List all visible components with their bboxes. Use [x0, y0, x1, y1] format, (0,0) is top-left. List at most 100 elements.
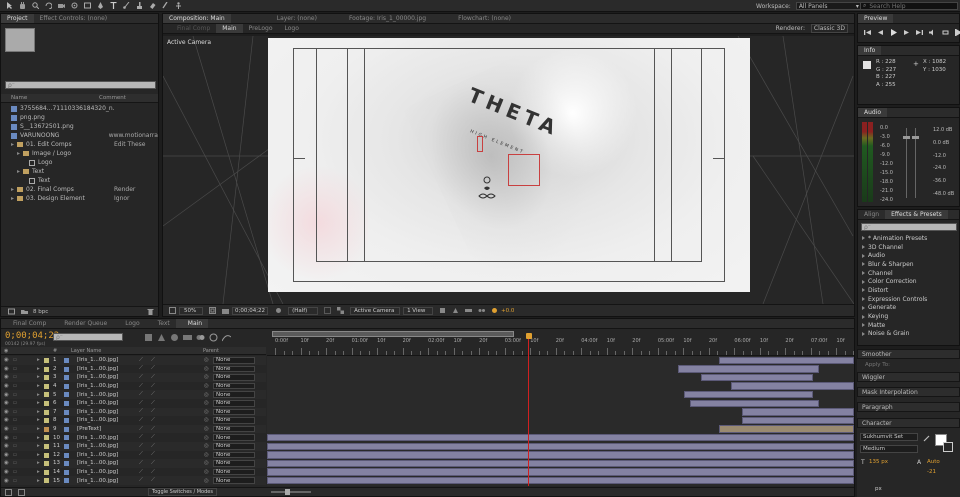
layer-switch-icon[interactable]: ⟋: [151, 417, 155, 424]
audio-toggle-icon[interactable]: ▫: [13, 417, 17, 423]
layer-switch-icon[interactable]: ⟋: [139, 477, 143, 484]
layer-name[interactable]: [Iris_1...00.jpg]: [77, 409, 118, 415]
tab-layer[interactable]: Layer: (none): [271, 14, 323, 23]
layer-duration-bar[interactable]: [742, 408, 854, 416]
layer-name[interactable]: [Iris_1...00.jpg]: [77, 366, 118, 372]
composition-mini-flowchart-icon[interactable]: [144, 333, 152, 341]
hand-tool-icon[interactable]: [19, 2, 26, 9]
parent-pickwhip-icon[interactable]: ◎: [204, 366, 209, 372]
parent-pickwhip-icon[interactable]: ◎: [204, 478, 209, 484]
project-item[interactable]: VARUNOONG www.motionarra: [1, 131, 158, 140]
zoom-slider[interactable]: [271, 491, 311, 493]
table-row[interactable]: ◉ ▫ ▸ 1 [Iris_1...00.jpg] ⟋ ⟋ ◎ None: [1, 356, 266, 365]
bpc-label[interactable]: 8 bpc: [33, 309, 48, 315]
effects-category[interactable]: Audio: [858, 251, 959, 260]
layer-switch-icon[interactable]: ⟋: [151, 460, 155, 467]
views-dropdown[interactable]: 1 View: [403, 306, 434, 315]
parent-pickwhip-icon[interactable]: ◎: [204, 460, 209, 466]
layer-switch-icon[interactable]: ⟋: [151, 451, 155, 458]
project-search-input[interactable]: [6, 81, 146, 89]
layer-duration-bar[interactable]: [683, 390, 813, 399]
expand-arrow-icon[interactable]: ▸: [37, 383, 40, 389]
flowchart-icon[interactable]: [478, 307, 486, 314]
subtab-final-comp[interactable]: Final Comp: [171, 24, 216, 33]
effects-category[interactable]: Noise & Grain: [858, 330, 959, 339]
layer-name[interactable]: [Iris_1...00.jpg]: [77, 392, 118, 398]
stroke-color-swatch[interactable]: [943, 442, 953, 452]
trash-icon[interactable]: [147, 308, 154, 315]
project-item[interactable]: png.png: [1, 113, 158, 122]
parent-pickwhip-icon[interactable]: ◎: [204, 357, 209, 363]
eye-icon[interactable]: ◉: [4, 374, 9, 380]
tab-composition-main[interactable]: Composition: Main: [163, 14, 231, 23]
parent-pickwhip-icon[interactable]: ◎: [204, 443, 209, 449]
label-color-swatch[interactable]: [44, 478, 49, 484]
table-row[interactable]: ◉ ▫ ▸ 3 [Iris_1...00.jpg] ⟋ ⟋ ◎ None: [1, 373, 266, 382]
project-item[interactable]: 3755684...71110336184320_n.png: [1, 104, 158, 113]
timeline-tab[interactable]: Logo: [113, 319, 145, 328]
layer-switch-icon[interactable]: ⟋: [151, 391, 155, 398]
eye-icon[interactable]: ◉: [4, 460, 9, 466]
effects-category[interactable]: Matte: [858, 321, 959, 330]
expand-arrow-icon[interactable]: ▸: [37, 435, 40, 441]
parent-dropdown[interactable]: None: [213, 468, 255, 476]
expand-arrow-icon[interactable]: ▸: [37, 417, 40, 423]
effects-search-input[interactable]: [862, 224, 952, 231]
layer-duration-bar[interactable]: [677, 365, 819, 373]
eye-icon[interactable]: ◉: [4, 435, 9, 441]
label-color-swatch[interactable]: [44, 409, 49, 415]
table-row[interactable]: ◉ ▫ ▸ 11 [Iris_1...00.jpg] ⟋ ⟋ ◎ None: [1, 442, 266, 451]
layer-switch-icon[interactable]: ⟋: [151, 477, 155, 484]
effects-category[interactable]: Expression Controls: [858, 295, 959, 304]
toggle-pixel-icon[interactable]: [439, 307, 446, 314]
next-frame-icon[interactable]: [903, 29, 910, 36]
view-dropdown[interactable]: Active Camera: [350, 306, 401, 315]
eye-icon[interactable]: ◉: [4, 426, 9, 432]
camera-tool-icon[interactable]: [58, 2, 65, 9]
parent-dropdown[interactable]: None: [213, 382, 255, 390]
frame-blending-icon[interactable]: [183, 333, 192, 340]
parent-dropdown[interactable]: None: [213, 391, 255, 398]
always-preview-icon[interactable]: [169, 307, 176, 314]
effects-category[interactable]: Keying: [858, 312, 959, 321]
footer-timecode[interactable]: 0;00;04;22: [232, 306, 269, 315]
layer-switch-icon[interactable]: ⟋: [139, 460, 143, 467]
label-color-swatch[interactable]: [44, 426, 49, 432]
layer-switch-icon[interactable]: ⟋: [151, 443, 155, 450]
column-layer-name[interactable]: Layer Name: [71, 348, 101, 354]
tab-preview[interactable]: Preview: [858, 14, 894, 23]
layer-switch-icon[interactable]: ⟋: [139, 374, 143, 381]
timeline-toggle-icon[interactable]: [465, 307, 473, 314]
eye-icon[interactable]: ◉: [4, 383, 9, 389]
parent-pickwhip-icon[interactable]: ◎: [204, 400, 209, 406]
table-row[interactable]: ◉ ▫ ▸ 5 [Iris_1...00.jpg] ⟋ ⟋ ◎ None: [1, 390, 266, 399]
table-row[interactable]: ◉ ▫ ▸ 15 [Iris_1...00.jpg] ⟋ ⟋ ◎ None: [1, 476, 266, 485]
layer-duration-bar[interactable]: [267, 451, 854, 459]
expand-arrow-icon[interactable]: ▸: [37, 374, 40, 380]
exposure-icon[interactable]: [491, 307, 498, 314]
audio-toggle-icon[interactable]: ▫: [13, 383, 17, 389]
audio-toggle-icon[interactable]: ▫: [13, 478, 17, 484]
table-row[interactable]: ◉ ▫ ▸ 12 [Iris_1...00.jpg] ⟋ ⟋ ◎ None: [1, 450, 266, 460]
rotate-tool-icon[interactable]: [45, 2, 53, 10]
layer-duration-bar[interactable]: [267, 476, 854, 485]
layer-name[interactable]: [Iris_1...00.jpg]: [77, 400, 118, 406]
parent-pickwhip-icon[interactable]: ◎: [204, 417, 209, 423]
label-color-swatch[interactable]: [44, 461, 49, 467]
project-item[interactable]: S__13672501.png: [1, 122, 158, 131]
eye-icon[interactable]: ◉: [4, 409, 9, 415]
effects-category[interactable]: Channel: [858, 269, 959, 278]
parent-pickwhip-icon[interactable]: ◎: [204, 435, 209, 441]
audio-toggle-icon[interactable]: ▫: [13, 392, 17, 398]
playhead[interactable]: [528, 334, 530, 486]
eye-icon[interactable]: ◉: [4, 392, 9, 398]
parent-dropdown[interactable]: None: [213, 477, 255, 484]
selection-tool-icon[interactable]: [6, 2, 13, 9]
parent-pickwhip-icon[interactable]: ◎: [204, 409, 209, 415]
table-row[interactable]: ◉ ▫ ▸ 2 [Iris_1...00.jpg] ⟋ ⟋ ◎ None: [1, 364, 266, 374]
audio-toggle-icon[interactable]: ▫: [13, 469, 17, 475]
parent-dropdown[interactable]: None: [213, 425, 255, 433]
audio-toggle-icon[interactable]: ▫: [13, 374, 17, 380]
project-item[interactable]: ▸ 02. Final Comps Render: [1, 185, 158, 194]
type-tool-icon[interactable]: [110, 1, 117, 9]
